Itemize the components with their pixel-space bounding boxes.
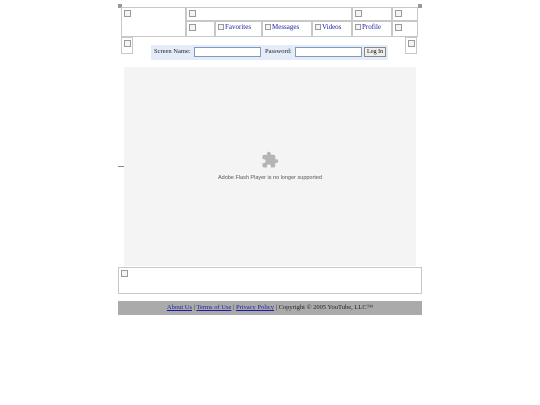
broken-image-icon [315, 24, 321, 30]
broken-image-icon [355, 24, 361, 30]
header-right-image-2 [392, 7, 418, 21]
password-label: Password: [265, 48, 292, 55]
nav-videos-label: Videos [322, 23, 342, 31]
screen-name-input[interactable] [194, 47, 261, 57]
about-us-link[interactable]: About Us [167, 304, 192, 311]
nav-spacer-left [186, 21, 215, 37]
terms-of-use-link[interactable]: Terms of Use [196, 304, 231, 311]
copyright-text: | Copyright © 2005 YouTube, LLC™ [274, 304, 374, 311]
nav-favorites-tab[interactable]: Favorites [215, 21, 262, 37]
bottom-banner-image [118, 267, 422, 294]
nav-profile-label: Profile [362, 23, 382, 31]
flash-unsupported-message: Adobe Flash Player is no longer supporte… [218, 175, 322, 181]
login-button[interactable]: Log In [364, 47, 387, 57]
nav-videos-tab[interactable]: Videos [312, 21, 352, 37]
footer-bar: About Us | Terms of Use | Privacy Policy… [118, 301, 422, 315]
nav-profile-tab[interactable]: Profile [352, 21, 392, 37]
nav-spacer-right [392, 21, 418, 37]
password-input[interactable] [295, 47, 362, 57]
flash-player[interactable]: Adobe Flash Player is no longer supporte… [124, 67, 416, 266]
logo-image[interactable] [121, 7, 186, 37]
login-bar: Screen Name: Password: Log In [151, 45, 388, 60]
screen-name-label: Screen Name: [154, 48, 191, 55]
header-banner-image [186, 7, 352, 21]
header-right-image-1 [352, 7, 392, 21]
broken-image-icon [218, 24, 224, 30]
nav-messages-label: Messages [272, 23, 300, 31]
puzzle-piece-icon [262, 151, 279, 168]
nav-messages-tab[interactable]: Messages [262, 21, 312, 37]
privacy-policy-link[interactable]: Privacy Policy [236, 304, 274, 311]
broken-image-icon [265, 24, 271, 30]
corner-dot-right [418, 4, 422, 8]
nav-favorites-label: Favorites [225, 23, 252, 31]
login-left-image [121, 37, 133, 54]
login-right-image [405, 37, 417, 54]
